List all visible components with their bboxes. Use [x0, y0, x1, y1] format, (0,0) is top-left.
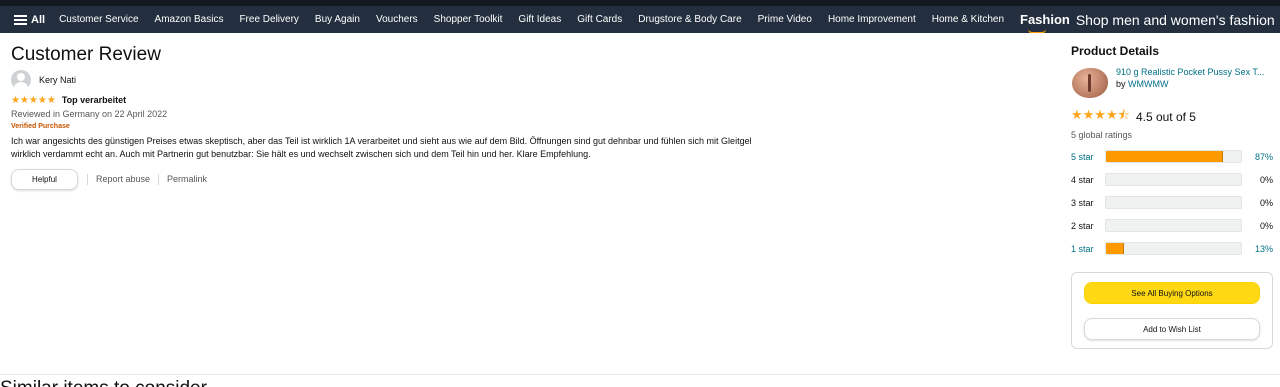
nav-item[interactable]: Gift Cards	[569, 14, 630, 25]
helpful-button[interactable]: Helpful	[11, 169, 78, 190]
global-ratings-count: 5 global ratings	[1071, 130, 1133, 140]
histogram-bar	[1105, 196, 1242, 209]
reviewer-profile[interactable]: Kery Nati	[11, 70, 771, 90]
product-image[interactable]	[1071, 66, 1109, 100]
fashion-promo-text: Shop men and women's fashion	[1075, 11, 1275, 28]
histogram-label: 3 star	[1071, 197, 1094, 208]
hamburger-icon	[14, 14, 27, 25]
review-body: Ich war angesichts des günstigen Preises…	[11, 136, 752, 159]
histogram-row-1-star[interactable]: 1 star 13%	[1071, 237, 1273, 260]
histogram-row-5-star[interactable]: 5 star 87%	[1071, 145, 1273, 168]
histogram-percent: 0%	[1259, 197, 1273, 208]
see-all-buying-options-button[interactable]: See All Buying Options	[1084, 282, 1260, 304]
nav-item[interactable]: Home & Kitchen	[924, 14, 1012, 25]
histogram-bar	[1105, 150, 1242, 163]
nav-item[interactable]: Customer Service	[51, 14, 146, 25]
product-brand-line: by WMWMW	[1116, 78, 1271, 90]
fashion-logo-text: Fashion	[1020, 12, 1070, 27]
nav-items: Customer Service Amazon Basics Free Delive…	[51, 6, 1012, 33]
smile-icon	[1028, 29, 1046, 33]
nav-item[interactable]: Amazon Basics	[147, 14, 232, 25]
review-star-rating: ★★★★★	[11, 94, 56, 106]
histogram-bar	[1105, 219, 1242, 232]
report-abuse-link[interactable]: Report abuse	[87, 174, 158, 185]
histogram-percent: 0%	[1259, 174, 1273, 185]
histogram-label: 1 star	[1071, 243, 1094, 254]
histogram-percent: 87%	[1254, 151, 1273, 162]
histogram-label: 4 star	[1071, 174, 1094, 185]
histogram-label: 2 star	[1071, 220, 1094, 231]
bottom-section-heading: Similar items to consider	[0, 378, 230, 387]
brand-link[interactable]: WMWMW	[1128, 79, 1168, 89]
histogram-label: 5 star	[1071, 151, 1094, 162]
histogram-bar-fill	[1106, 243, 1124, 254]
average-rating: ★★★★⯪ 4.5 out of 5	[1071, 107, 1273, 125]
fashion-promo[interactable]: Fashion Shop men and women's fashion	[1020, 6, 1275, 33]
verified-purchase-badge: Verified Purchase	[11, 123, 70, 130]
nav-item[interactable]: Drugstore & Body Care	[630, 14, 749, 25]
nav-item[interactable]: Vouchers	[368, 14, 426, 25]
nav-item[interactable]: Free Delivery	[231, 14, 306, 25]
product-details-panel: Product Details 910 g Realistic Pocket P…	[1071, 43, 1273, 260]
fashion-logo: Fashion	[1020, 12, 1070, 33]
review-actions: Helpful Report abuse Permalink	[11, 169, 771, 190]
histogram-bar	[1105, 173, 1242, 186]
nav-item[interactable]: Gift Ideas	[510, 14, 569, 25]
reviewer-name: Kery Nati	[39, 75, 77, 85]
nav-item[interactable]: Prime Video	[750, 14, 820, 25]
histogram-percent: 13%	[1254, 243, 1273, 254]
page-title: Customer Review	[11, 44, 161, 65]
review-headline: Top verarbeitet	[61, 95, 127, 105]
histogram-row-4-star: 4 star 0%	[1071, 168, 1273, 191]
section-divider	[0, 374, 1280, 375]
product-details-title: Product Details	[1071, 44, 1160, 58]
add-to-wish-list-button[interactable]: Add to Wish List	[1084, 318, 1260, 340]
avatar	[11, 70, 31, 90]
review-headline-row: ★★★★★ Top verarbeitet	[11, 94, 771, 106]
nav-all-label: All	[31, 13, 46, 26]
review-date: Reviewed in Germany on 22 April 2022	[11, 109, 168, 119]
histogram-bar-fill	[1106, 151, 1224, 162]
nav-item[interactable]: Home Improvement	[820, 14, 924, 25]
histogram-row-3-star: 3 star 0%	[1071, 191, 1273, 214]
nav-item[interactable]: Buy Again	[307, 14, 368, 25]
rating-text: 4.5 out of 5	[1135, 110, 1196, 124]
nav-bar: All Customer Service Amazon Basics Free De…	[0, 6, 1280, 33]
by-prefix: by	[1116, 79, 1126, 89]
product-summary: 910 g Realistic Pocket Pussy Sex T... by…	[1071, 66, 1273, 100]
buy-box: See All Buying Options Add to Wish List	[1071, 272, 1273, 349]
histogram-bar	[1105, 242, 1242, 255]
bottom-section-heading-text: Similar items to consider	[0, 378, 230, 387]
histogram-percent: 0%	[1259, 220, 1273, 231]
product-name-link[interactable]: 910 g Realistic Pocket Pussy Sex T...	[1116, 66, 1271, 78]
permalink-link[interactable]: Permalink	[158, 174, 215, 185]
average-star-rating: ★★★★⯪	[1071, 107, 1130, 122]
customer-review: Customer Review Kery Nati ★★★★★ Top vera…	[11, 43, 771, 190]
product-info: 910 g Realistic Pocket Pussy Sex T... by…	[1116, 66, 1271, 100]
rating-histogram: 5 star 87% 4 star 0% 3 star 0% 2 star 0% 1 star 1…	[1071, 145, 1273, 260]
nav-item[interactable]: Shopper Toolkit	[426, 14, 511, 25]
nav-all-menu[interactable]: All	[0, 6, 51, 33]
histogram-row-2-star: 2 star 0%	[1071, 214, 1273, 237]
